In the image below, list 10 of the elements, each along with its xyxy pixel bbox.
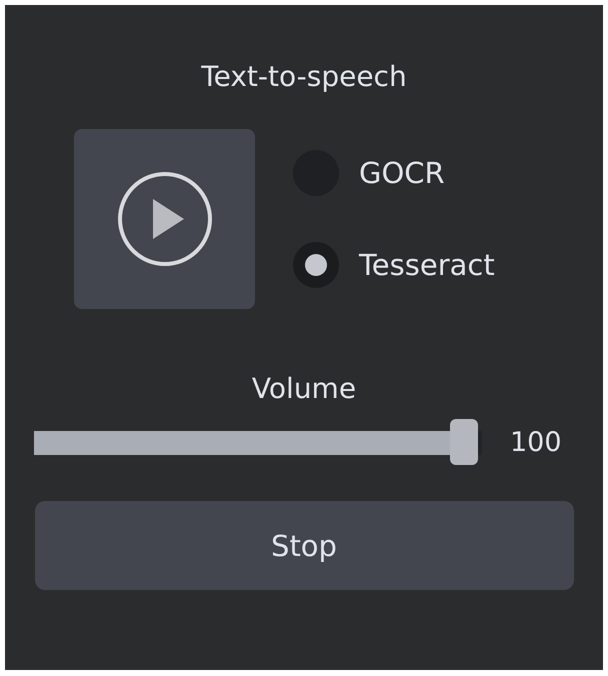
engine-radio[interactable]: GOCR <box>293 150 495 196</box>
slider-thumb[interactable] <box>450 419 478 465</box>
play-button[interactable] <box>74 129 255 309</box>
engine-radio[interactable]: Tesseract <box>293 242 495 288</box>
volume-slider[interactable] <box>34 419 482 465</box>
volume-value: 100 <box>510 426 562 458</box>
volume-label: Volume <box>252 371 356 407</box>
panel-title: Text-to-speech <box>201 59 407 95</box>
play-icon <box>116 170 214 268</box>
stop-button[interactable]: Stop <box>34 501 574 590</box>
